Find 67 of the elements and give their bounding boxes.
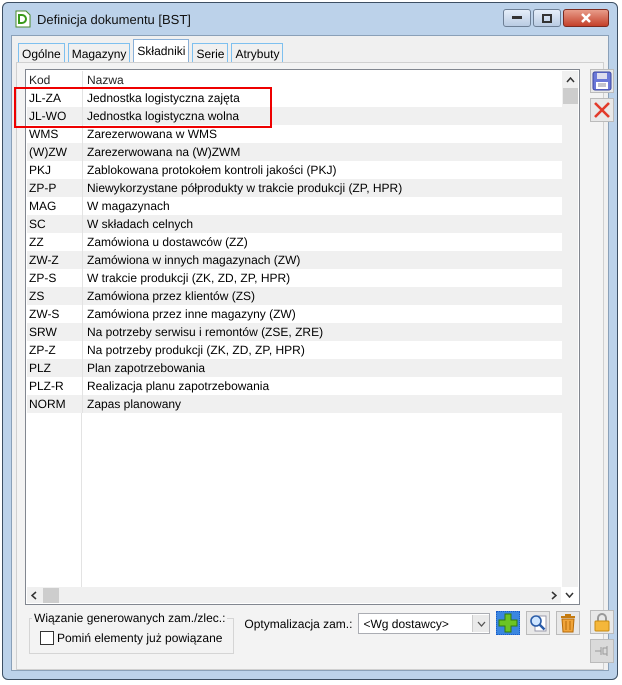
maximize-icon (542, 14, 552, 22)
tab[interactable]: Serie (192, 43, 228, 63)
group-title: Wiązanie generowanych zam./zlec.: (33, 611, 226, 625)
table-cell: ZP-P (27, 179, 83, 197)
table-cell: SC (27, 215, 83, 233)
checkbox[interactable] (40, 631, 54, 645)
table-cell: ZW-Z (27, 251, 83, 269)
table-cell: (W)ZW (27, 143, 83, 161)
table-cell-text: Niewykorzystane półprodukty w trakcie produkcji (ZP, HPR) (86, 181, 402, 195)
table-cell-text: Zablokowana protokołem kontroli jakości (PKJ) (86, 163, 336, 177)
tab[interactable]: Magazyny (68, 43, 130, 63)
scroll-thumb[interactable] (43, 588, 59, 602)
minimize-button[interactable] (503, 9, 531, 27)
maximize-button[interactable] (533, 9, 561, 27)
trash-icon (559, 613, 578, 633)
table-cell-text: W składach celnych (86, 217, 194, 231)
optimization-label: Optymalizacja zam.: (244, 617, 352, 631)
pin-icon (595, 645, 610, 657)
delete-button[interactable] (556, 611, 580, 635)
close-icon (580, 13, 592, 23)
optimization-dropdown[interactable]: <Wg dostawcy> (358, 613, 490, 634)
magnifier-icon (528, 613, 548, 633)
table-cell-text: Plan zapotrzebowania (86, 361, 206, 375)
table-cell-text: Zamówiona w innych magazynach (ZW) (86, 253, 300, 267)
close-button[interactable] (563, 9, 609, 27)
add-button[interactable] (496, 611, 520, 635)
table-cell: SRW (27, 323, 83, 341)
scroll-up-icon[interactable] (566, 77, 575, 83)
cancel-button[interactable] (590, 98, 614, 122)
table-cell-text: Zamówiona przez inne magazyny (ZW) (86, 307, 296, 321)
table-cell: NORM (27, 395, 83, 413)
scroll-down-icon[interactable] (565, 592, 574, 598)
table-cell-text: W trakcie produkcji (ZK, ZD, ZP, HPR) (86, 271, 290, 285)
document-icon (15, 10, 31, 28)
table-cell-text: Jednostka logistyczna zajęta (86, 91, 240, 105)
tab[interactable]: Ogólne (18, 43, 65, 63)
close-icon (593, 101, 612, 119)
scroll-right-icon[interactable] (551, 590, 558, 600)
table-cell-text: Zarezerwowana na (W)ZWM (86, 145, 240, 159)
table-cell-text: Realizacja planu zapotrzebowania (86, 379, 270, 393)
table-cell-text: W magazynach (86, 199, 170, 213)
plus-icon (497, 612, 520, 634)
table-cell-text: Zapas planowany (86, 397, 182, 411)
table-cell: JL-WO (27, 107, 83, 125)
column-header[interactable]: Kod (27, 71, 83, 89)
table-cell-text: Zamówiona u dostawców (ZZ) (86, 235, 248, 249)
table-cell-text: Jednostka logistyczna wolna (86, 109, 240, 123)
scroll-thumb[interactable] (562, 88, 578, 104)
table-cell-text: Na potrzeby produkcji (ZK, ZD, ZP, HPR) (86, 343, 305, 357)
table-cell-text: Zamówiona przez klientów (ZS) (86, 289, 256, 303)
scroll-left-icon[interactable] (31, 590, 37, 600)
vertical-scrollbar[interactable] (562, 71, 578, 587)
dropdown-caret-icon (476, 620, 486, 626)
horizontal-scrollbar[interactable] (27, 587, 562, 603)
save-button[interactable] (590, 69, 614, 93)
table-cell-text: Zarezerwowana w WMS (86, 127, 218, 141)
window-title: Definicja dokumentu [BST] (37, 12, 191, 26)
checkbox-label: Pomiń elementy już powiązane (57, 631, 222, 645)
table-cell: PLZ (27, 359, 83, 377)
preview-button[interactable] (526, 611, 550, 635)
table-cell: ZS (27, 287, 83, 305)
table-cell-text: Na potrzeby serwisu i remontów (ZSE, ZRE) (86, 325, 324, 339)
column-header[interactable]: Nazwa (83, 73, 124, 87)
padlock-icon (593, 612, 612, 632)
minimize-icon (512, 16, 522, 20)
tab[interactable]: Składniki (133, 39, 190, 63)
tab[interactable]: Atrybuty (231, 43, 284, 63)
